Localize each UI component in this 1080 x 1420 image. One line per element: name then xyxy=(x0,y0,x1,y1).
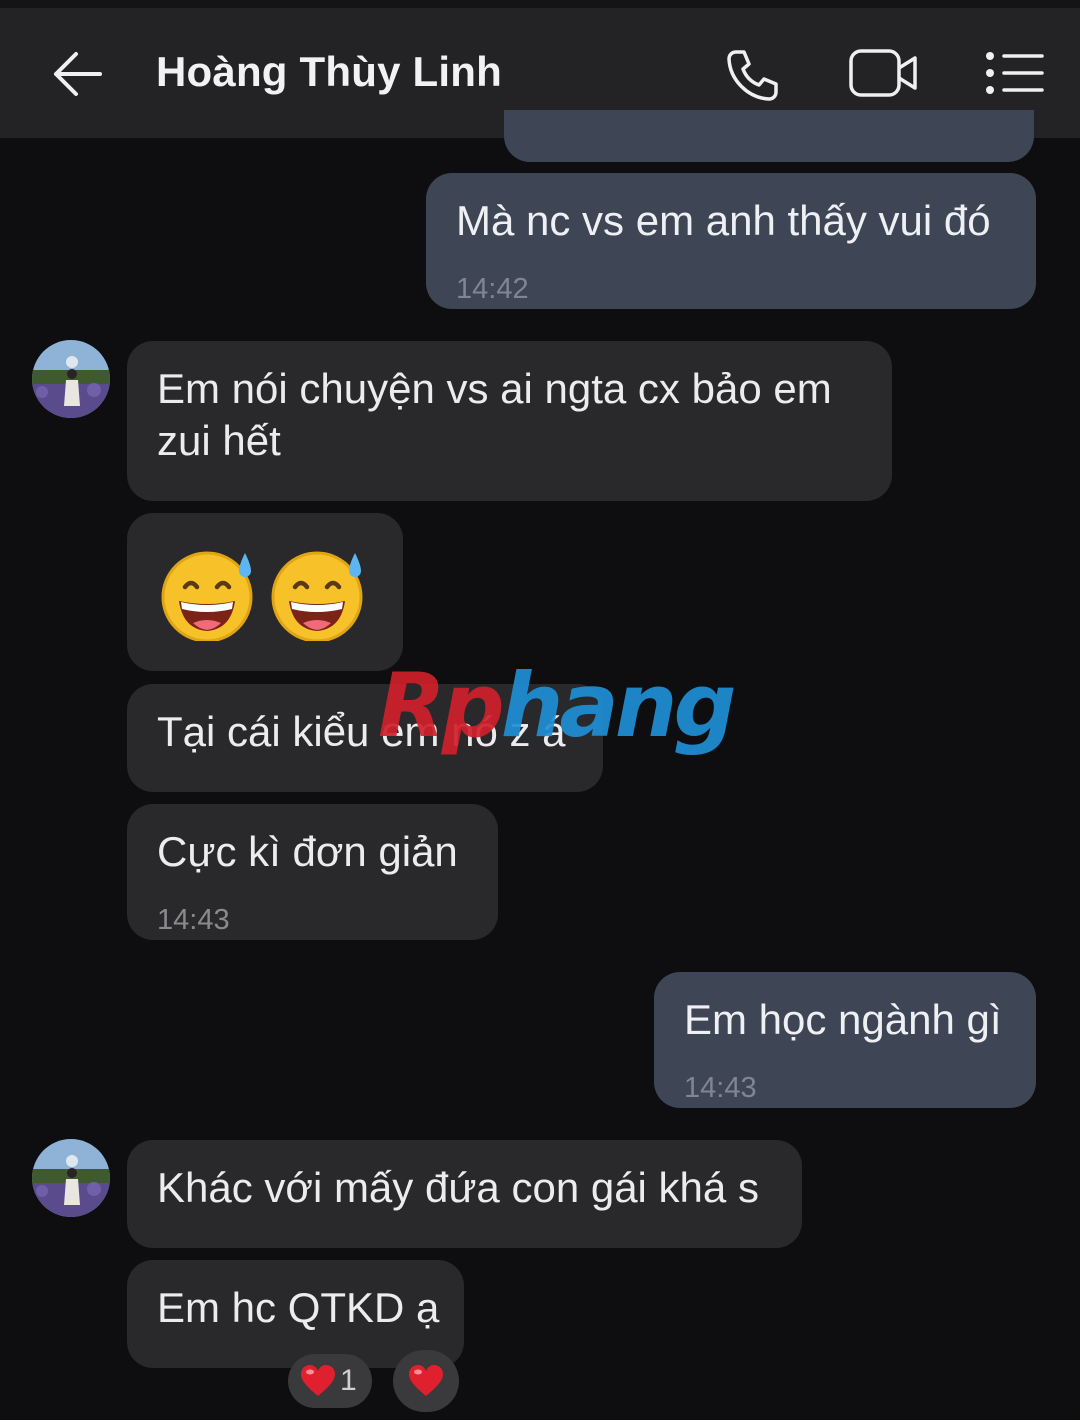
message-text: Em hc QTKD ạ xyxy=(157,1284,440,1331)
message-time: 14:42 xyxy=(456,273,529,305)
previous-message-bubble xyxy=(504,110,1034,162)
message-text: Khác với mấy đứa con gái khá s xyxy=(157,1164,759,1211)
watermark-part2: hang xyxy=(500,654,737,757)
message-time: 14:43 xyxy=(684,1072,757,1104)
incoming-message[interactable]: Khác với mấy đứa con gái khá s xyxy=(127,1140,802,1248)
arrow-left-icon[interactable] xyxy=(50,50,104,98)
incoming-emoji-message[interactable] xyxy=(127,513,403,671)
contact-name[interactable]: Hoàng Thùy Linh xyxy=(156,48,502,96)
contact-avatar[interactable] xyxy=(32,1139,110,1217)
watermark-logo: Rphang xyxy=(378,654,737,757)
watermark-part1: Rp xyxy=(378,654,505,757)
list-menu-icon[interactable] xyxy=(984,50,1046,96)
add-reaction-button[interactable] xyxy=(393,1350,459,1412)
outgoing-message[interactable]: Mà nc vs em anh thấy vui đó 14:42 xyxy=(426,173,1036,309)
phone-icon[interactable] xyxy=(722,46,782,102)
grinning-sweat-emoji xyxy=(271,551,363,641)
heart-icon xyxy=(409,1365,443,1396)
incoming-message[interactable]: Cực kì đơn giản 14:43 xyxy=(127,804,498,940)
reaction-count-badge[interactable]: 1 xyxy=(288,1354,372,1408)
message-text-line1: Em nói chuyện vs ai ngta cx bảo em xyxy=(157,365,832,412)
video-camera-icon[interactable] xyxy=(848,46,920,100)
message-text: Em học ngành gì xyxy=(684,996,1002,1043)
outgoing-message[interactable]: Em học ngành gì 14:43 xyxy=(654,972,1036,1108)
message-text-line2: zui hết xyxy=(157,417,281,464)
message-text: Mà nc vs em anh thấy vui đó xyxy=(456,197,991,244)
reaction-count: 1 xyxy=(340,1364,357,1397)
status-strip xyxy=(0,0,1080,8)
incoming-message[interactable]: Em nói chuyện vs ai ngta cx bảo em zui h… xyxy=(127,341,892,501)
message-time: 14:43 xyxy=(157,904,230,936)
message-text: Cực kì đơn giản xyxy=(157,828,458,875)
contact-avatar[interactable] xyxy=(32,340,110,418)
heart-icon xyxy=(301,1365,335,1396)
grinning-sweat-emoji xyxy=(161,551,253,641)
